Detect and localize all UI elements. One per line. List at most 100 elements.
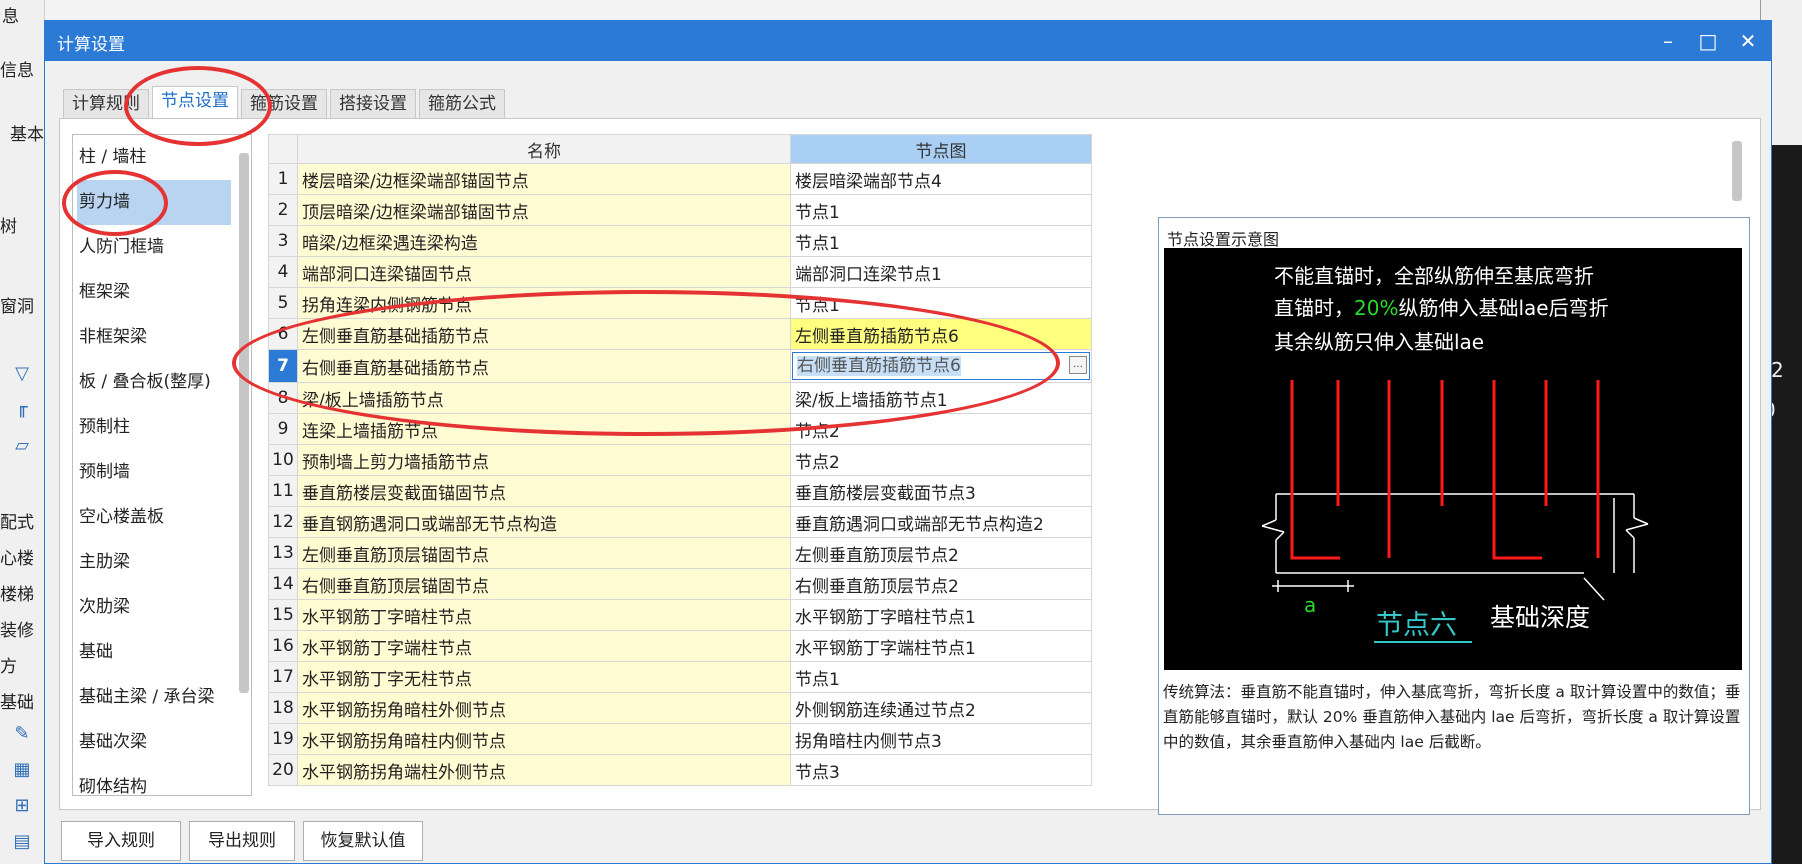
- row-node[interactable]: 梁/板上墙插筋节点1: [790, 382, 1092, 414]
- row-number: 7: [268, 349, 298, 383]
- table-row[interactable]: 13 左侧垂直筋顶层锚固节点 左侧垂直筋顶层节点2: [268, 537, 1092, 569]
- row-name: 水平钢筋丁字暗柱节点: [297, 599, 791, 631]
- row-name: 垂直筋楼层变截面锚固节点: [297, 475, 791, 507]
- table-row[interactable]: 10 预制墙上剪力墙插筋节点 节点2: [268, 444, 1092, 476]
- restore-defaults-button[interactable]: 恢复默认值: [303, 821, 423, 861]
- table-scrollbar[interactable]: [1732, 141, 1742, 201]
- pen-icon[interactable]: ✎: [12, 724, 32, 744]
- maximize-button[interactable]: □: [1691, 27, 1725, 55]
- row-node[interactable]: 节点1: [790, 287, 1092, 319]
- column-icon[interactable]: ╓: [12, 398, 32, 418]
- row-node[interactable]: 垂直筋遇洞口或端部无节点构造2: [790, 506, 1092, 538]
- import-rules-button[interactable]: 导入规则: [61, 821, 181, 861]
- row-node[interactable]: 节点3: [790, 754, 1092, 786]
- app-left-fragment: 基础: [0, 693, 34, 713]
- category-item[interactable]: 空心楼盖板: [73, 495, 251, 540]
- row-number: 9: [268, 413, 298, 445]
- table-row-highlighted[interactable]: 6 左侧垂直筋基础插筋节点 左侧垂直筋插筋节点6: [268, 318, 1092, 350]
- tab-stirrup-formula[interactable]: 箍筋公式: [419, 89, 505, 118]
- tab-calc-rules[interactable]: 计算规则: [63, 89, 149, 118]
- category-list-scrollbar[interactable]: [239, 153, 249, 693]
- tab-node-settings[interactable]: 节点设置: [152, 86, 238, 118]
- row-name: 端部洞口连梁锚固节点: [297, 256, 791, 288]
- table-row[interactable]: 11 垂直筋楼层变截面锚固节点 垂直筋楼层变截面节点3: [268, 475, 1092, 507]
- foundation-depth-label: 基础深度: [1490, 603, 1590, 632]
- category-item[interactable]: 非框架梁: [73, 315, 251, 360]
- row-name: 暗梁/边框梁遇连梁构造: [297, 225, 791, 257]
- ellipsis-button[interactable]: …: [1069, 356, 1087, 374]
- category-item[interactable]: 主肋梁: [73, 540, 251, 585]
- table-row[interactable]: 17 水平钢筋丁字无柱节点 节点1: [268, 661, 1092, 693]
- filter-icon[interactable]: ▽: [12, 364, 32, 384]
- table-row-current[interactable]: 7 右侧垂直筋基础插筋节点 右侧垂直筋插筋节点6…: [268, 349, 1092, 383]
- row-node[interactable]: 水平钢筋丁字暗柱节点1: [790, 599, 1092, 631]
- node-select-value[interactable]: 右侧垂直筋插筋节点6: [797, 356, 961, 376]
- row-node-editor[interactable]: 右侧垂直筋插筋节点6 …: [790, 349, 1092, 383]
- table-row[interactable]: 15 水平钢筋丁字暗柱节点 水平钢筋丁字暗柱节点1: [268, 599, 1092, 631]
- row-number: 3: [268, 225, 298, 257]
- row-node[interactable]: 节点1: [790, 661, 1092, 693]
- tab-lap-settings[interactable]: 搭接设置: [330, 89, 416, 118]
- table-row[interactable]: 14 右侧垂直筋顶层锚固节点 右侧垂直筋顶层节点2: [268, 568, 1092, 600]
- category-item-selected[interactable]: 剪力墙: [77, 180, 231, 225]
- row-node[interactable]: 拐角暗柱内侧节点3: [790, 723, 1092, 755]
- table-row[interactable]: 2 顶层暗梁/边框梁端部锚固节点 节点1: [268, 194, 1092, 226]
- column-header-name[interactable]: 名称: [297, 134, 791, 164]
- table-icon[interactable]: ▤: [12, 832, 32, 852]
- table-row[interactable]: 12 垂直钢筋遇洞口或端部无节点构造 垂直筋遇洞口或端部无节点构造2: [268, 506, 1092, 538]
- app-left-fragment: 心楼: [0, 549, 34, 569]
- category-item[interactable]: 框架梁: [73, 270, 251, 315]
- row-node[interactable]: 左侧垂直筋顶层节点2: [790, 537, 1092, 569]
- category-item[interactable]: 预制墙: [73, 450, 251, 495]
- category-item[interactable]: 次肋梁: [73, 585, 251, 630]
- node-select[interactable]: 右侧垂直筋插筋节点6 …: [792, 352, 1090, 380]
- table-row[interactable]: 5 拐角连梁内侧钢筋节点 节点1: [268, 287, 1092, 319]
- tab-stirrup-settings[interactable]: 箍筋设置: [241, 89, 327, 118]
- row-node[interactable]: 外侧钢筋连续通过节点2: [790, 692, 1092, 724]
- minimize-button[interactable]: –: [1651, 27, 1685, 55]
- row-name: 左侧垂直筋顶层锚固节点: [297, 537, 791, 569]
- diagram-canvas: 不能直锚时，全部纵筋伸至基底弯折 直锚时，20%纵筋伸入基础lae后弯折 其余纵…: [1164, 248, 1742, 670]
- diagram-line-2-pre: 直锚时，: [1274, 296, 1354, 320]
- row-node[interactable]: 节点2: [790, 413, 1092, 445]
- row-node[interactable]: 节点2: [790, 444, 1092, 476]
- row-node[interactable]: 右侧垂直筋顶层节点2: [790, 568, 1092, 600]
- row-number-header: [268, 134, 298, 164]
- table-row[interactable]: 4 端部洞口连梁锚固节点 端部洞口连梁节点1: [268, 256, 1092, 288]
- row-number: 5: [268, 287, 298, 319]
- row-node[interactable]: 左侧垂直筋插筋节点6: [790, 318, 1092, 350]
- cross-box-icon[interactable]: ⊞: [12, 796, 32, 816]
- table-row[interactable]: 16 水平钢筋丁字端柱节点 水平钢筋丁字端柱节点1: [268, 630, 1092, 662]
- row-node[interactable]: 节点1: [790, 225, 1092, 257]
- row-node[interactable]: 楼层暗梁端部节点4: [790, 163, 1092, 195]
- category-item[interactable]: 人防门框墙: [73, 225, 251, 270]
- column-header-node[interactable]: 节点图: [790, 134, 1092, 164]
- export-rules-button[interactable]: 导出规则: [189, 821, 295, 861]
- diagram-line-3: 其余纵筋只伸入基础lae: [1274, 330, 1484, 354]
- close-button[interactable]: ✕: [1731, 27, 1765, 55]
- table-row[interactable]: 1 楼层暗梁/边框梁端部锚固节点 楼层暗梁端部节点4: [268, 163, 1092, 195]
- table-row[interactable]: 20 水平钢筋拐角端柱外侧节点 节点3: [268, 754, 1092, 786]
- grid-icon[interactable]: ▦: [12, 760, 32, 780]
- diagram-description: 传统算法：垂直筋不能直锚时，伸入基底弯折，弯折长度 a 取计算设置中的数值；垂直…: [1163, 683, 1741, 751]
- row-number: 13: [268, 537, 298, 569]
- table-row[interactable]: 8 梁/板上墙插筋节点 梁/板上墙插筋节点1: [268, 382, 1092, 414]
- category-item[interactable]: 基础: [73, 630, 251, 675]
- app-left-fragment: 楼梯: [0, 585, 34, 605]
- category-item[interactable]: 砌体结构: [73, 765, 251, 795]
- category-item[interactable]: 柱 / 墙柱: [73, 135, 251, 180]
- category-item[interactable]: 预制柱: [73, 405, 251, 450]
- row-node[interactable]: 垂直筋楼层变截面节点3: [790, 475, 1092, 507]
- category-item[interactable]: 基础次梁: [73, 720, 251, 765]
- row-node[interactable]: 水平钢筋丁字端柱节点1: [790, 630, 1092, 662]
- table-row[interactable]: 18 水平钢筋拐角暗柱外侧节点 外侧钢筋连续通过节点2: [268, 692, 1092, 724]
- dialog-titlebar[interactable]: 计算设置 – □ ✕: [45, 21, 1771, 61]
- category-item[interactable]: 板 / 叠合板(整厚): [73, 360, 251, 405]
- table-row[interactable]: 19 水平钢筋拐角暗柱内侧节点 拐角暗柱内侧节点3: [268, 723, 1092, 755]
- category-item[interactable]: 基础主梁 / 承台梁: [73, 675, 251, 720]
- row-node[interactable]: 节点1: [790, 194, 1092, 226]
- table-row[interactable]: 9 连梁上墙插筋节点 节点2: [268, 413, 1092, 445]
- table-row[interactable]: 3 暗梁/边框梁遇连梁构造 节点1: [268, 225, 1092, 257]
- slab-icon[interactable]: ▱: [12, 436, 32, 456]
- row-node[interactable]: 端部洞口连梁节点1: [790, 256, 1092, 288]
